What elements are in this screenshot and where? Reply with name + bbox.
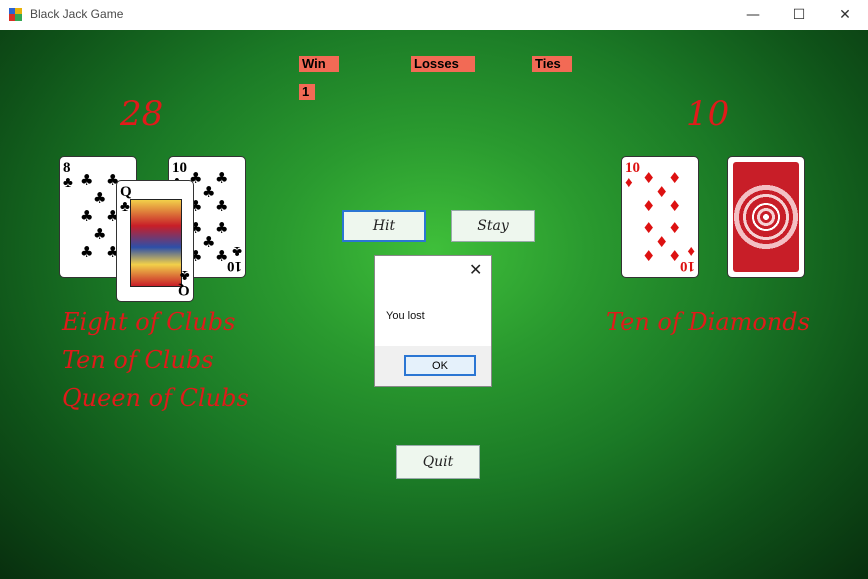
player-card-3: Q ♣ Q ♣ bbox=[116, 180, 194, 302]
card-rank: Q ♣ bbox=[178, 267, 190, 298]
player-card-name-2: Ten of Clubs bbox=[62, 346, 214, 374]
window-title: Black Jack Game bbox=[30, 7, 124, 21]
queen-face-image bbox=[130, 199, 182, 287]
losses-label: Losses bbox=[411, 56, 475, 72]
dealer-score: 10 bbox=[686, 94, 730, 134]
dealer-card-back bbox=[727, 156, 805, 278]
stay-button[interactable]: Stay bbox=[451, 210, 535, 242]
quit-button[interactable]: Quit bbox=[396, 445, 480, 479]
hit-button[interactable]: Hit bbox=[342, 210, 426, 242]
dealer-card-1: 10 ♦ ♦ ♦ ♦ ♦ ♦ ♦ ♦ ♦ ♦ ♦ 10 ♦ bbox=[621, 156, 699, 278]
dialog-close-icon[interactable]: ✕ bbox=[469, 260, 482, 279]
card-back-pattern bbox=[733, 162, 799, 272]
ok-button[interactable]: OK bbox=[404, 355, 476, 376]
close-button[interactable]: ✕ bbox=[822, 0, 868, 30]
wins-count: 1 bbox=[299, 84, 315, 100]
dealer-card-name-1: Ten of Diamonds bbox=[606, 308, 810, 336]
card-rank: 10♣ bbox=[227, 243, 242, 274]
player-score: 28 bbox=[120, 94, 164, 134]
player-card-name-3: Queen of Clubs bbox=[62, 384, 249, 412]
card-rank: 10 ♦ bbox=[680, 243, 695, 274]
player-card-name-1: Eight of Clubs bbox=[62, 308, 236, 336]
dialog-message: You lost bbox=[386, 310, 425, 322]
win-label: Win bbox=[299, 56, 339, 72]
minimize-button[interactable]: — bbox=[730, 0, 776, 30]
card-rank: 8♣ bbox=[63, 160, 73, 191]
message-dialog: ✕ You lost OK bbox=[374, 255, 492, 387]
maximize-button[interactable]: ☐ bbox=[776, 0, 822, 30]
card-pips: ♦ ♦ ♦ ♦ ♦ ♦ ♦ ♦ ♦ ♦ bbox=[642, 169, 682, 265]
app-icon bbox=[9, 8, 22, 21]
ties-label: Ties bbox=[532, 56, 572, 72]
title-bar: Black Jack Game — ☐ ✕ bbox=[0, 0, 868, 30]
